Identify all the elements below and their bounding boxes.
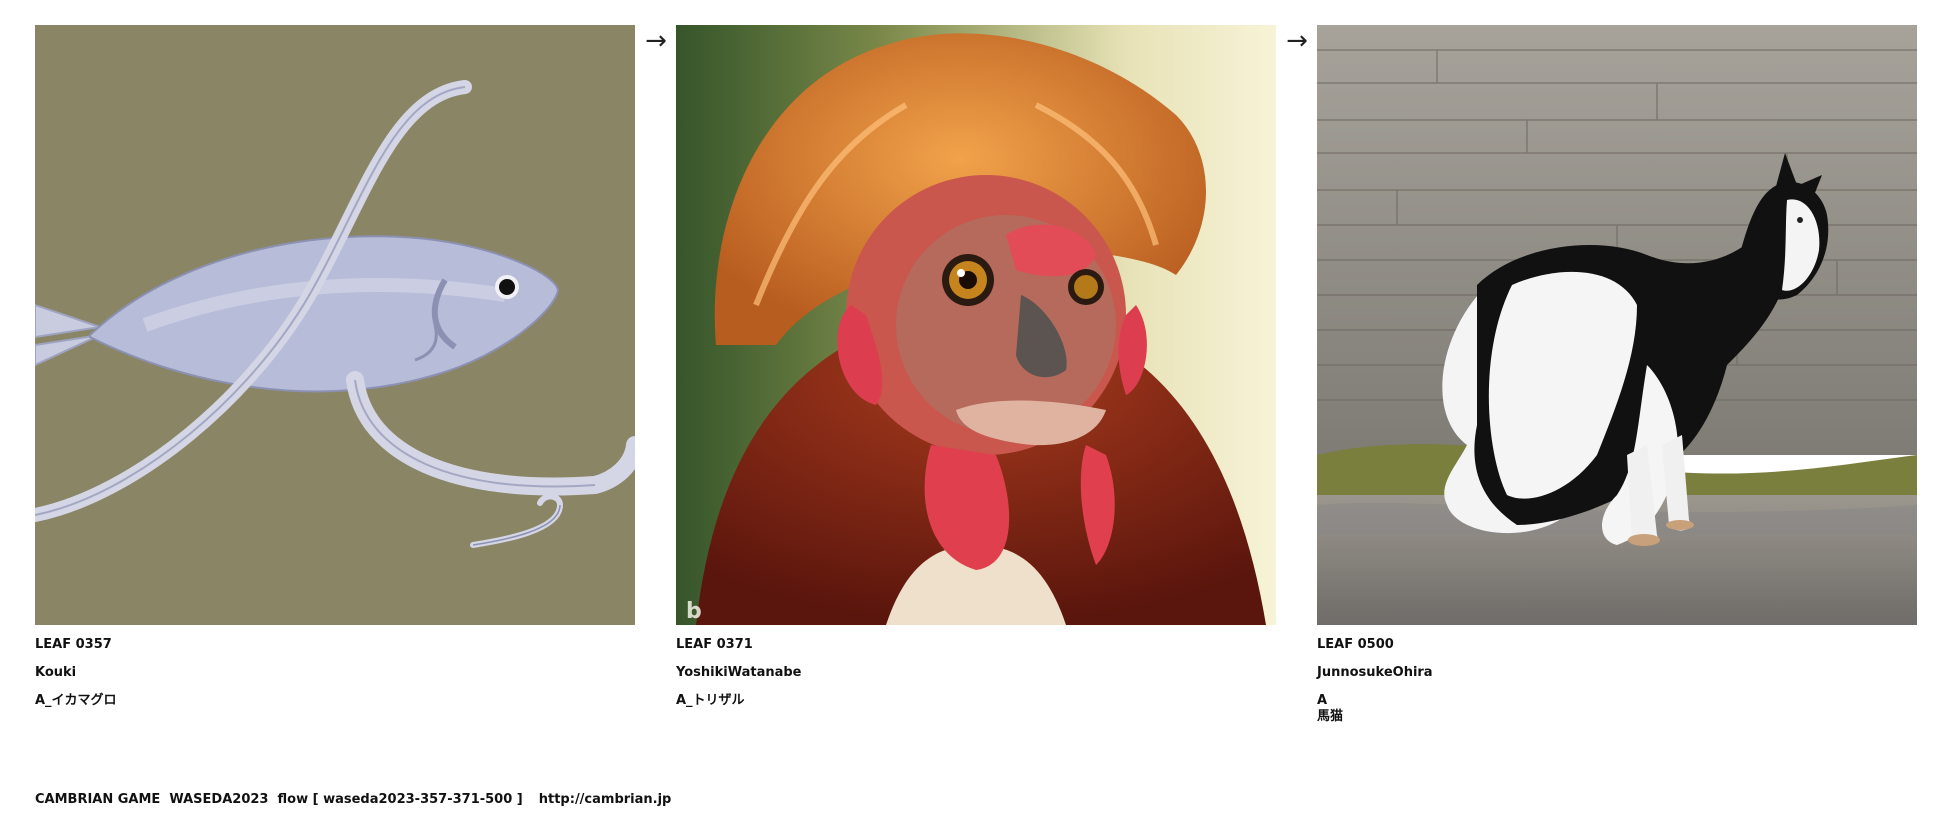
leaf-author: JunnosukeOhira bbox=[1317, 665, 1433, 680]
leaf-id: LEAF 0371 bbox=[676, 637, 753, 652]
leaf-title: A_トリザル bbox=[676, 693, 745, 708]
leaf-title-line-1: A bbox=[1317, 693, 1328, 708]
leaf-title: A_イカマグロ bbox=[35, 693, 117, 708]
leaf-image-horse-cat[interactable] bbox=[1317, 25, 1917, 625]
leaf-id: LEAF 0500 bbox=[1317, 637, 1394, 652]
leaf-author: Kouki bbox=[35, 665, 77, 680]
flow-arrow-icon: → bbox=[645, 26, 667, 56]
leaf-card-0500: LEAF 0500 JunnosukeOhira A 馬猫 bbox=[1317, 25, 1917, 725]
page: LEAF 0357 Kouki A_イカマグロ → b LEAF 0371 Yo… bbox=[0, 0, 1952, 827]
leaf-image-rooster-monkey[interactable]: b bbox=[676, 25, 1276, 625]
leaf-card-0371: b LEAF 0371 YoshikiWatanabe A_トリザル bbox=[676, 25, 1276, 709]
footer-flow-text: CAMBRIAN GAME WASEDA2023 flow [ waseda20… bbox=[35, 792, 523, 807]
leaf-author: YoshikiWatanabe bbox=[676, 665, 802, 680]
leaf-title-line-2: 馬猫 bbox=[1317, 709, 1344, 724]
footer: CAMBRIAN GAME WASEDA2023 flow [ waseda20… bbox=[35, 792, 671, 808]
leaf-image-squid-tuna[interactable] bbox=[35, 25, 635, 625]
leaf-card-0357: LEAF 0357 Kouki A_イカマグロ bbox=[35, 25, 635, 709]
leaf-id: LEAF 0357 bbox=[35, 637, 112, 652]
svg-text:b: b bbox=[686, 599, 702, 624]
flow-arrow-icon: → bbox=[1286, 26, 1308, 56]
site-link[interactable]: http://cambrian.jp bbox=[539, 792, 672, 807]
